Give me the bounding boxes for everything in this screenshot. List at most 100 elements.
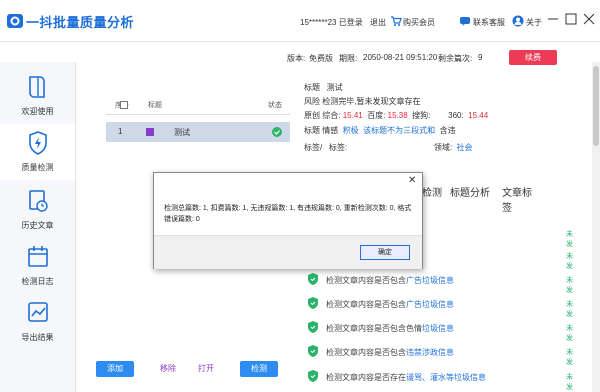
version-value: 免费版 <box>309 54 333 63</box>
add-button[interactable]: 添加 <box>96 361 134 377</box>
select-all-checkbox[interactable] <box>120 101 128 109</box>
s360-label: 360: <box>448 111 464 120</box>
sidebar-item-export[interactable]: 导出结果 <box>0 294 75 350</box>
remaining-label: 剩余篇次: <box>438 54 473 63</box>
sidebar-item-label: 历史文章 <box>21 221 54 230</box>
row-checkbox[interactable] <box>146 128 154 136</box>
check-item: 检测文章内容是否包含广告垃圾信息 未发 <box>304 295 573 318</box>
risk-value: 检测完毕,暂未发现文章存在 <box>322 97 421 106</box>
tag-sign: 标签: <box>328 143 348 152</box>
check-item: 检测文章内容是否包含违禁涉政信息 未发 <box>304 343 573 366</box>
column-header-status: 状态 <box>268 102 282 109</box>
check-status: 未发 <box>566 325 573 342</box>
domain-label: 领域: <box>433 143 453 152</box>
table-row[interactable]: 1 测试 <box>106 122 290 142</box>
row-index: 1 <box>118 127 123 136</box>
original-label: 原创 <box>304 111 320 120</box>
check-highlight: 违禁涉政信息 <box>406 348 454 357</box>
shield-check-icon <box>308 370 318 382</box>
remove-button[interactable]: 移除 <box>156 361 180 377</box>
ok-button[interactable]: 确定 <box>360 245 410 260</box>
support-link[interactable]: 联系客服 <box>473 17 505 28</box>
scroll-thumb[interactable] <box>593 66 599 146</box>
sidebar-item-label: 欢迎使用 <box>21 107 54 116</box>
app-title: 一抖批量质量分析 <box>26 15 135 30</box>
title-value: 测试 <box>326 83 343 92</box>
tab-article-tags[interactable]: 文章标签 <box>502 184 540 214</box>
check-item: 检测文章内容是否包含色情垃圾信息 未发 <box>304 319 573 342</box>
tag-label: 标签/ <box>304 143 323 152</box>
tab-title-analysis[interactable]: 标题分析 <box>450 184 490 199</box>
emotion-value: 积极 <box>342 126 359 135</box>
sidebar-item-history[interactable]: 历史文章 <box>0 182 75 238</box>
buy-member-link[interactable]: 购买会员 <box>403 17 435 28</box>
check-item: 检测文章内容是否存在谩骂、灌水等垃圾信息 未发 <box>304 368 573 391</box>
dialog-footer: 确定 <box>154 235 422 269</box>
renew-button[interactable]: 续费 <box>509 50 557 65</box>
check-status: 未发 <box>566 231 573 248</box>
shield-check-icon <box>308 321 318 333</box>
expire-value: 2050-08-21 09:51:20 <box>363 53 438 62</box>
risk-label: 风险 <box>304 97 320 106</box>
title-tip: 该标题不为三段式和 <box>363 126 436 135</box>
baidu-score: 15.38 <box>387 111 408 120</box>
check-highlight: 垃圾信息 <box>422 324 454 333</box>
remaining-value: 9 <box>478 53 483 62</box>
title-label: 标题 <box>304 83 320 92</box>
shield-check-icon <box>308 273 318 285</box>
shield-bolt-icon <box>29 131 47 155</box>
row-title: 测试 <box>174 128 190 137</box>
check-status: 未发 <box>566 253 573 270</box>
open-button[interactable]: 打开 <box>194 361 218 377</box>
chart-icon <box>28 302 48 322</box>
scrollbar[interactable] <box>592 62 600 392</box>
book-icon <box>29 76 45 98</box>
sidebar-item-label: 导出结果 <box>21 333 54 342</box>
check-text: 检测文章内容是否存在 <box>326 373 406 382</box>
tags-label: 标题 <box>304 126 320 135</box>
sogou-label: 搜狗: <box>412 111 431 120</box>
check-status: 未发 <box>566 374 573 391</box>
logo-icon <box>7 14 23 28</box>
check-highlight: 广告垃圾信息 <box>406 276 454 285</box>
user-status: 15******23 已登录 <box>300 18 363 27</box>
user-icon <box>512 15 524 27</box>
sidebar-item-quality-check[interactable]: 质量检测 <box>0 124 75 180</box>
baidu-label: 百度: <box>367 111 386 120</box>
contains-label: 含违 <box>439 126 456 135</box>
check-highlight: 广告垃圾信息 <box>406 300 454 309</box>
column-header-title: 标题 <box>148 102 162 109</box>
check-text: 检测文章内容是否包含色情 <box>326 324 422 333</box>
maximize-icon[interactable] <box>564 12 578 26</box>
version-label: 版本: <box>287 54 306 63</box>
cart-icon <box>391 16 402 26</box>
sidebar-item-label: 质量检测 <box>21 163 54 172</box>
result-dialog: ✕ 检测总篇数: 1, 扣费篇数: 1, 无违规篇数: 1, 有违规篇数: 0,… <box>153 172 423 269</box>
tab-check[interactable]: 检测 <box>422 184 442 199</box>
calendar-icon <box>28 246 48 267</box>
check-text: 检测文章内容是否包含 <box>326 348 406 357</box>
check-text: 检测文章内容是否包含 <box>326 300 406 309</box>
shield-check-icon <box>308 297 318 309</box>
logout-link[interactable]: 退出 <box>370 17 386 28</box>
table-header: 序号 标题 状态 <box>106 97 290 115</box>
support-icon <box>460 17 470 26</box>
check-status: 未发 <box>566 349 573 366</box>
sidebar: 欢迎使用 质量检测 历史文章 检测日志 导出结果 <box>0 62 76 392</box>
composite-score: 15.41 <box>342 111 363 120</box>
composite-label: 综合: <box>322 111 341 120</box>
check-text: 检测文章内容是否包含 <box>326 276 406 285</box>
about-link[interactable]: 关于 <box>526 17 542 28</box>
check-button[interactable]: 检测 <box>240 361 278 377</box>
expire-label: 期限: <box>339 54 358 63</box>
check-item: 检测文章内容是否包含广告垃圾信息 未发 <box>304 271 573 294</box>
sidebar-item-welcome[interactable]: 欢迎使用 <box>0 68 75 124</box>
status-ok-icon <box>272 127 282 137</box>
emotion-label: 情感 <box>322 126 339 135</box>
minimize-icon[interactable] <box>546 12 560 26</box>
close-icon[interactable]: ✕ <box>408 176 418 186</box>
close-icon[interactable] <box>582 12 596 26</box>
shield-check-icon <box>308 345 318 357</box>
domain-value: 社会 <box>456 143 473 152</box>
sidebar-item-log[interactable]: 检测日志 <box>0 238 75 294</box>
